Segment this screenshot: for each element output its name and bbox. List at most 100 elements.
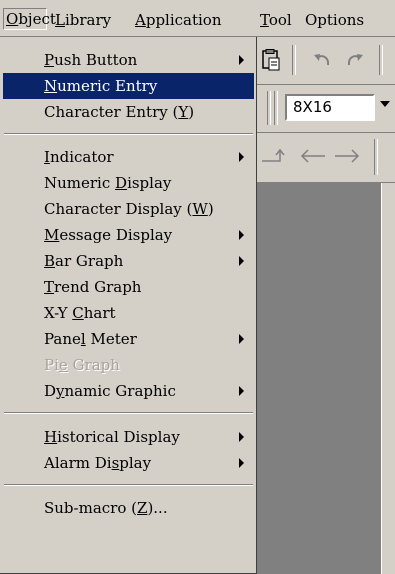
menu-item-pie-graph: Pie Graph [3, 352, 254, 378]
menu-item-label: ) [207, 200, 214, 218]
menu-item-label: Character Display ( [44, 200, 193, 218]
menu-library-mnemonic: L [55, 11, 65, 29]
menu-item-dynamic-graphic[interactable]: Dynamic Graphic [3, 378, 254, 404]
menu-item-label: istorical Display [57, 428, 180, 446]
menu-item-mnemonic: D [115, 174, 128, 192]
workspace-area[interactable] [257, 183, 381, 574]
menu-object-mnemonic: O [6, 10, 19, 28]
menu-item-numeric-display[interactable]: Numeric Display [3, 170, 254, 196]
chevron-down-icon[interactable] [380, 101, 390, 107]
menu-item-bar-graph[interactable]: Bar Graph [3, 248, 254, 274]
menu-item-mnemonic: P [44, 51, 55, 69]
menu-item-mnemonic: T [44, 278, 55, 296]
undo-icon[interactable] [312, 51, 332, 69]
menu-options-label: Options [305, 11, 365, 29]
arrow-left-icon[interactable] [299, 145, 327, 167]
menu-application-label: pplication [145, 11, 222, 29]
menu-item-message-display[interactable]: Message Display [3, 222, 254, 248]
menu-item-historical-display[interactable]: Historical Display [3, 424, 254, 450]
submenu-arrow-icon [239, 256, 244, 266]
menu-item-label: ndicator [49, 148, 114, 166]
menu-item-label: rend Graph [54, 278, 142, 296]
menu-separator [4, 484, 253, 486]
menu-bar: Object Library Application Tool Options [0, 0, 395, 37]
menu-item-mnemonic: e [58, 356, 68, 374]
toolbar-separator [292, 45, 296, 75]
menu-item-label: ush Button [54, 51, 138, 69]
menu-item-mnemonic: M [44, 226, 60, 244]
menu-item-label: umeric Entry [57, 77, 158, 95]
menu-item-label: play [119, 454, 152, 472]
menu-item-numeric-entry[interactable]: Numeric Entry [3, 73, 254, 99]
menu-item-label: ) [188, 103, 195, 121]
menu-item-mnemonic: Z [137, 499, 148, 517]
toolbar-separator [379, 45, 383, 75]
menu-item-label: ar Graph [55, 252, 124, 270]
menu-item-mnemonic: N [44, 77, 58, 95]
menu-item-label: X-Y [44, 304, 73, 322]
menu-item-label: hart [83, 304, 116, 322]
standard-toolbar [257, 37, 395, 85]
menu-item-alarm-display[interactable]: Alarm Display [3, 450, 254, 476]
menu-application[interactable]: Application [135, 9, 222, 31]
menu-application-mnemonic: A [135, 11, 146, 29]
menu-item-label: Numeric [44, 174, 116, 192]
menu-library[interactable]: Library [55, 9, 111, 31]
menu-item-mnemonic: H [44, 428, 58, 446]
menu-item-label: Sub-macro ( [44, 499, 137, 517]
toolbar-separator [267, 91, 271, 125]
drawing-toolbar [257, 133, 395, 183]
menu-tool-mnemonic: T [260, 11, 269, 29]
menu-item-label: Pane [44, 330, 81, 348]
menu-item-label: Meter [85, 330, 137, 348]
menu-object[interactable]: Object [3, 8, 56, 30]
menu-item-mnemonic: y [56, 382, 65, 400]
redo-icon[interactable] [345, 51, 365, 69]
menu-item-mnemonic: Y [178, 103, 189, 121]
menu-item-mnemonic: B [44, 252, 56, 270]
submenu-arrow-icon [239, 458, 244, 468]
menu-item-label: Character Entry ( [44, 103, 179, 121]
font-toolbar: 8X16 [257, 85, 395, 133]
font-size-value: 8X16 [293, 98, 332, 116]
menu-item-label: Graph [67, 356, 120, 374]
menu-tool-label: ool [268, 11, 292, 29]
menu-item-sub-macro[interactable]: Sub-macro (Z)... [3, 495, 254, 521]
submenu-arrow-icon [239, 55, 244, 65]
menu-item-push-button[interactable]: Push Button [3, 47, 254, 73]
menu-item-label: essage Display [59, 226, 173, 244]
arrow-right-icon[interactable] [333, 145, 361, 167]
menu-item-label: )... [147, 499, 168, 517]
menu-item-label: D [44, 382, 57, 400]
menu-item-label: Alarm Di [44, 454, 112, 472]
menu-item-trend-graph[interactable]: Trend Graph [3, 274, 254, 300]
font-size-select[interactable]: 8X16 [285, 94, 375, 121]
menu-item-label: isplay [127, 174, 172, 192]
menu-object-label: bject [18, 10, 56, 28]
menu-item-mnemonic: C [72, 304, 84, 322]
paste-icon[interactable] [261, 49, 281, 71]
menu-item-character-entry[interactable]: Character Entry (Y) [3, 99, 254, 125]
workspace-ruler-strip [381, 183, 395, 574]
menu-item-character-display[interactable]: Character Display (W) [3, 196, 254, 222]
menu-tool[interactable]: Tool [260, 9, 292, 31]
menu-library-label: ibrary [64, 11, 112, 29]
object-menu-dropdown: Push Button Numeric Entry Character Entr… [0, 37, 257, 574]
menu-item-label: namic Graphic [64, 382, 176, 400]
menu-item-indicator[interactable]: Indicator [3, 144, 254, 170]
menu-item-label: Pi [44, 356, 59, 374]
toolbar-separator [374, 139, 378, 175]
submenu-arrow-icon [239, 334, 244, 344]
menu-separator [4, 412, 253, 414]
submenu-arrow-icon [239, 386, 244, 396]
align-icon[interactable] [262, 145, 290, 167]
menu-item-xy-chart[interactable]: X-Y Chart [3, 300, 254, 326]
toolbar-separator [274, 91, 278, 125]
submenu-arrow-icon [239, 152, 244, 162]
menu-item-mnemonic: W [192, 200, 208, 218]
submenu-arrow-icon [239, 432, 244, 442]
menu-options[interactable]: Options [305, 9, 364, 31]
submenu-arrow-icon [239, 230, 244, 240]
menu-item-panel-meter[interactable]: Panel Meter [3, 326, 254, 352]
menu-separator [4, 133, 253, 135]
